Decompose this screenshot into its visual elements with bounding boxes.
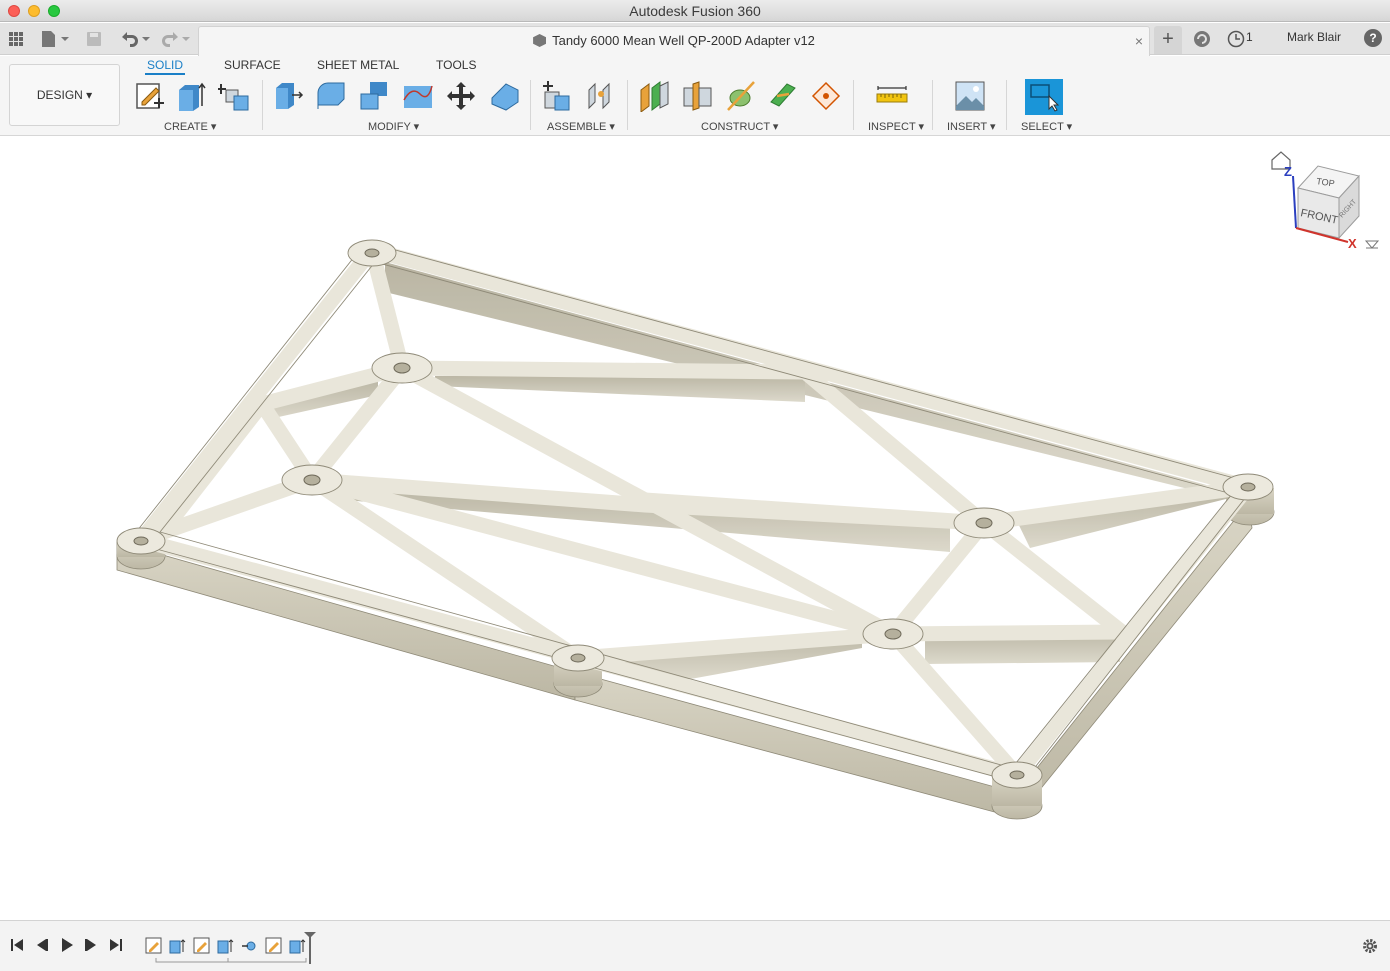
create-menu[interactable]: CREATE ▾	[164, 120, 216, 133]
point-at-vertex-icon[interactable]	[810, 80, 842, 112]
viewcube-options-icon[interactable]	[1364, 240, 1380, 249]
window-close-button[interactable]	[8, 5, 20, 17]
timeline-extrude-feature-icon[interactable]	[217, 937, 234, 954]
offset-plane-icon[interactable]	[638, 80, 670, 112]
new-tab-button[interactable]: +	[1154, 26, 1182, 54]
toolbar-divider	[530, 80, 531, 130]
timeline-move-feature-icon[interactable]	[241, 937, 258, 954]
timeline-track	[155, 958, 307, 963]
undo-icon[interactable]	[118, 29, 150, 49]
timeline-sketch-feature-icon[interactable]	[145, 937, 162, 954]
timeline-sketch-feature-icon[interactable]	[265, 937, 282, 954]
model-canvas[interactable]: TOP FRONT RIGHT Z X	[0, 137, 1390, 920]
timeline-go-to-end-icon[interactable]	[107, 936, 125, 954]
redo-icon[interactable]	[160, 29, 192, 49]
viewcube-x-axis-label: X	[1348, 236, 1357, 251]
document-tab[interactable]: Tandy 6000 Mean Well QP-200D Adapter v12…	[198, 26, 1150, 56]
toolbar-divider	[1006, 80, 1007, 130]
select-menu[interactable]: SELECT ▾	[1021, 120, 1072, 133]
fusion-app-window: Autodesk Fusion 360 Tandy 6000 Mean Well…	[0, 0, 1390, 971]
design-toolbar: DESIGN ▾ SOLID SURFACE SHEET METAL TOOLS…	[0, 56, 1390, 136]
window-title-bar: Autodesk Fusion 360	[0, 0, 1390, 22]
joint-icon[interactable]	[585, 80, 617, 112]
construct-menu[interactable]: CONSTRUCT ▾	[701, 120, 778, 133]
tab-tools[interactable]: TOOLS	[436, 58, 476, 72]
file-menu-icon[interactable]	[40, 29, 70, 49]
window-minimize-button[interactable]	[28, 5, 40, 17]
adapter-plate-model[interactable]	[116, 239, 1275, 820]
timeline-extrude-feature-icon[interactable]	[169, 937, 186, 954]
document-tab-bar: Tandy 6000 Mean Well QP-200D Adapter v12…	[0, 23, 1390, 56]
3d-viewport[interactable]: TOP FRONT RIGHT Z X	[0, 137, 1390, 920]
insert-canvas-icon[interactable]	[954, 80, 986, 112]
job-status-clock-icon[interactable]	[1227, 29, 1245, 49]
toolbar-divider	[627, 80, 628, 130]
move-copy-icon[interactable]	[445, 80, 477, 112]
timeline-step-forward-icon[interactable]	[82, 936, 100, 954]
plane-at-angle-icon[interactable]	[767, 80, 799, 112]
viewcube-z-axis-label: Z	[1284, 164, 1292, 179]
save-icon[interactable]	[86, 29, 102, 49]
modify-menu[interactable]: MODIFY ▾	[368, 120, 419, 133]
fillet-icon[interactable]	[315, 80, 347, 112]
window-title: Autodesk Fusion 360	[629, 3, 761, 19]
inspect-menu[interactable]: INSPECT ▾	[868, 120, 924, 133]
new-component-assemble-icon[interactable]	[541, 80, 573, 112]
timeline-sketch-feature-icon[interactable]	[193, 937, 210, 954]
timeline-bar	[0, 920, 1390, 971]
tab-sheet-metal[interactable]: SHEET METAL	[317, 58, 399, 72]
insert-menu[interactable]: INSERT ▾	[947, 120, 996, 133]
data-panel-grid-icon[interactable]	[8, 29, 24, 49]
timeline-go-to-start-icon[interactable]	[8, 936, 26, 954]
extrude-icon[interactable]	[176, 80, 208, 112]
timeline-step-back-icon[interactable]	[33, 936, 51, 954]
help-icon[interactable]: ?	[1364, 29, 1382, 47]
assemble-menu[interactable]: ASSEMBLE ▾	[547, 120, 615, 133]
extensions-icon[interactable]	[1192, 29, 1212, 49]
create-sketch-icon[interactable]	[134, 80, 166, 112]
window-maximize-button[interactable]	[48, 5, 60, 17]
new-component-icon[interactable]	[218, 80, 250, 112]
toolbar-divider	[932, 80, 933, 130]
toolbar-divider	[853, 80, 854, 130]
viewcube[interactable]: TOP FRONT RIGHT Z X	[1271, 151, 1380, 251]
workspace-switcher[interactable]: DESIGN ▾	[9, 64, 120, 126]
toolbar-divider	[262, 80, 263, 130]
press-pull-icon[interactable]	[272, 80, 304, 112]
axis-through-cylinder-icon[interactable]	[724, 80, 756, 112]
replace-face-icon[interactable]	[402, 80, 434, 112]
align-icon[interactable]	[489, 80, 521, 112]
job-status-count[interactable]: 1	[1246, 30, 1253, 44]
close-tab-icon[interactable]: ×	[1135, 27, 1143, 55]
combine-icon[interactable]	[358, 80, 390, 112]
select-tool-icon[interactable]	[1025, 79, 1063, 115]
measure-icon[interactable]	[876, 80, 908, 112]
tab-solid[interactable]: SOLID	[145, 58, 186, 75]
tab-surface[interactable]: SURFACE	[224, 58, 281, 72]
document-title: Tandy 6000 Mean Well QP-200D Adapter v12	[552, 33, 815, 48]
user-account-name[interactable]: Mark Blair	[1287, 30, 1341, 44]
timeline-settings-gear-icon[interactable]	[1361, 937, 1379, 955]
midplane-icon[interactable]	[681, 80, 713, 112]
component-icon	[533, 34, 547, 47]
timeline-marker-handle[interactable]	[303, 931, 317, 965]
timeline-play-icon[interactable]	[58, 936, 76, 954]
